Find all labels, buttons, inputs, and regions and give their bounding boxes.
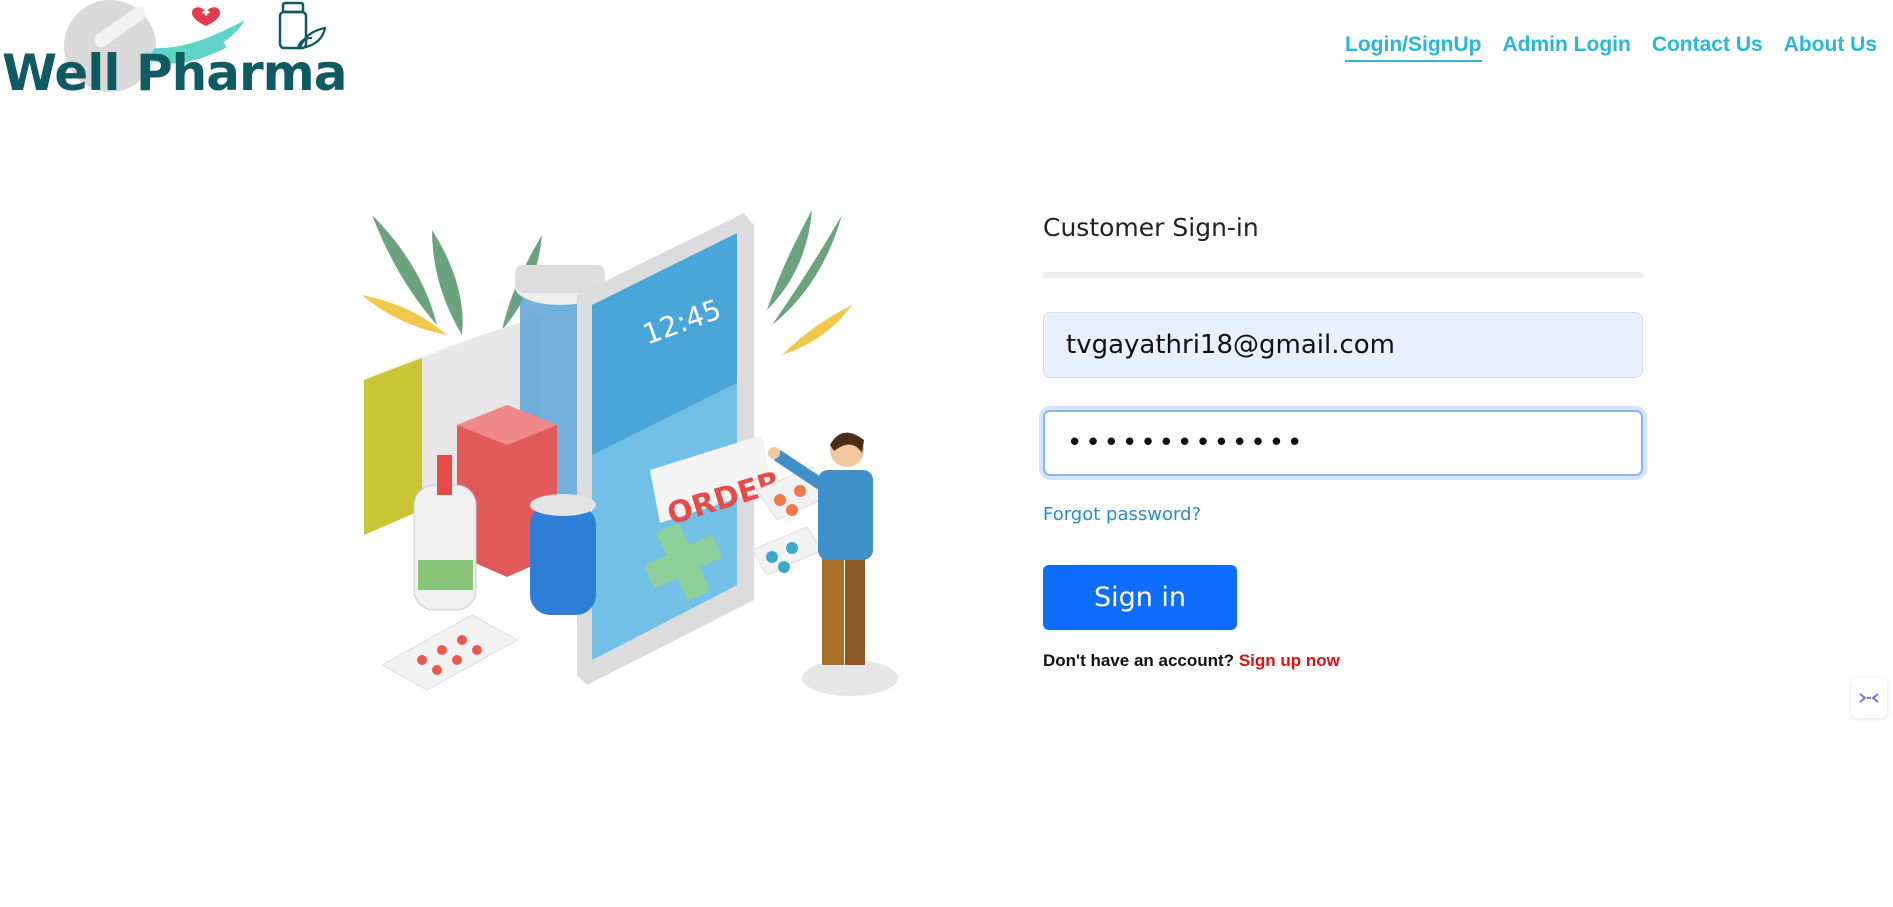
email-value: tvgayathri18@gmail.com — [1066, 330, 1396, 360]
chat-widget-button[interactable] — [1851, 678, 1887, 718]
signup-prompt: Don't have an account? Sign up now — [1043, 651, 1643, 671]
password-value: ••••••••••••• — [1067, 428, 1306, 458]
brand-name: Well Pharma — [2, 44, 347, 102]
password-field[interactable]: ••••••••••••• — [1043, 410, 1643, 476]
top-nav: Login/SignUp Admin Login Contact Us Abou… — [1345, 33, 1877, 62]
sign-up-link[interactable]: Sign up now — [1239, 651, 1340, 670]
chat-widget-icon — [1859, 693, 1879, 703]
sign-in-button[interactable]: Sign in — [1043, 565, 1237, 630]
pharmacy-order-illustration: ORDER 12:45 — [362, 210, 898, 696]
nav-admin-login[interactable]: Admin Login — [1503, 33, 1631, 62]
form-title: Customer Sign-in — [1043, 213, 1259, 242]
forgot-password-link[interactable]: Forgot password? — [1043, 504, 1201, 525]
nav-login-signup[interactable]: Login/SignUp — [1345, 33, 1482, 62]
signin-form: Customer Sign-in tvgayathri18@gmail.com … — [1043, 205, 1643, 671]
email-field[interactable]: tvgayathri18@gmail.com — [1043, 312, 1643, 378]
title-divider — [1043, 272, 1643, 278]
nav-contact-us[interactable]: Contact Us — [1652, 33, 1763, 62]
nav-about-us[interactable]: About Us — [1784, 33, 1877, 62]
no-account-text: Don't have an account? — [1043, 651, 1235, 670]
brand-logo[interactable]: Well Pharma — [0, 0, 347, 102]
